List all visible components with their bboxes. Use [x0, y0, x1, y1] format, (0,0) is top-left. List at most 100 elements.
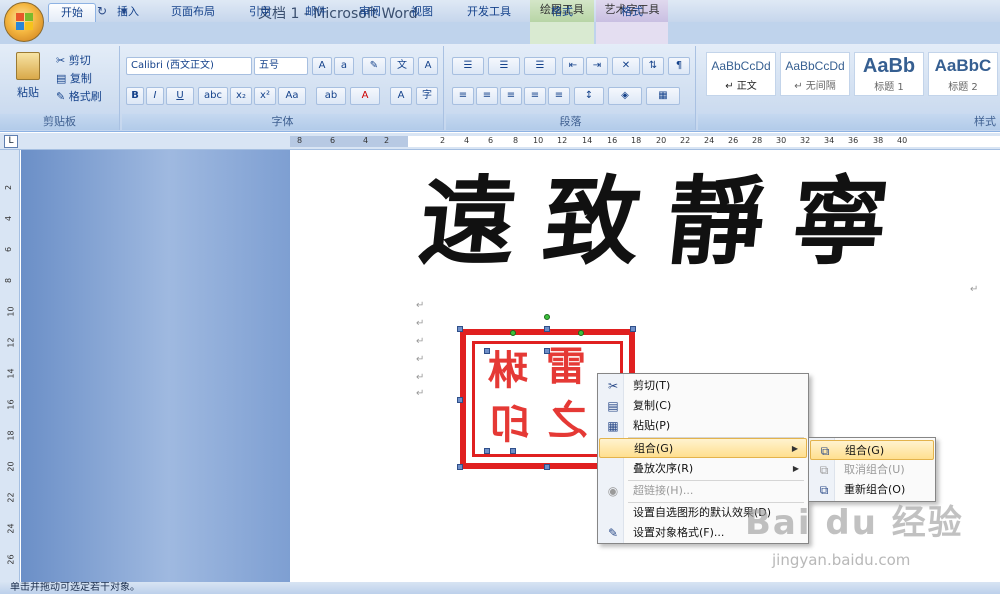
ruler-tick-label: 22 [680, 136, 691, 145]
shrink-font-icon[interactable]: a [334, 57, 354, 75]
superscript-icon[interactable]: x² [254, 87, 276, 105]
menu-item-group[interactable]: 组合(G) ▶ [599, 438, 807, 458]
tab-page-layout[interactable]: 页面布局 [160, 3, 226, 22]
rotate-handle[interactable] [544, 314, 550, 320]
enclose-char-icon[interactable]: 字 [416, 87, 438, 105]
menu-item-label: 复制(C) [633, 399, 672, 412]
font-color-icon[interactable]: A [350, 87, 380, 105]
char-shading-icon[interactable]: A [390, 87, 412, 105]
status-bar: 单击并拖动可选定若干对象。 [0, 582, 1000, 594]
resize-handle[interactable] [457, 326, 463, 332]
ruler-tick-label: 14 [6, 368, 16, 379]
numbering-icon[interactable]: ☰ [488, 57, 520, 75]
tab-review[interactable]: 审阅 [350, 3, 390, 22]
submenu-arrow-icon: ▶ [792, 464, 799, 473]
resize-handle[interactable] [544, 464, 550, 470]
style-heading-2[interactable]: AaBbC 标题 2 [928, 52, 998, 96]
ribbon: 粘贴 ✂ 剪切 ▤ 复制 ✎ 格式刷 剪贴板 Calibri (西文正文) 五号… [0, 44, 1000, 132]
show-marks-icon[interactable]: ¶ [668, 57, 690, 75]
tab-developer[interactable]: 开发工具 [456, 3, 522, 22]
style-no-spacing[interactable]: AaBbCcDd ↵ 无间隔 [780, 52, 850, 96]
ruler-tick-label: 20 [656, 136, 667, 145]
tab-drawing-format[interactable]: 格式 [540, 3, 584, 22]
tab-view[interactable]: 视图 [402, 3, 442, 22]
vertical-ruler[interactable] [0, 150, 20, 582]
change-case-icon[interactable]: Aa [278, 87, 306, 105]
menu-item-order[interactable]: 叠放次序(R) ▶ [599, 459, 807, 479]
align-right-icon[interactable]: ≡ [500, 87, 522, 105]
tab-wordart-format[interactable]: 格式 [610, 3, 654, 22]
resize-handle[interactable] [457, 397, 463, 403]
style-normal[interactable]: AaBbCcDd ↵ 正文 [706, 52, 776, 96]
submenu-item-ungroup[interactable]: ⧉ 取消组合(U) [810, 460, 934, 480]
shading-icon[interactable]: ◈ [608, 87, 642, 105]
bold-icon[interactable]: B [126, 87, 144, 105]
tab-mailings[interactable]: 邮件 [296, 3, 336, 22]
bullets-icon[interactable]: ☰ [452, 57, 484, 75]
align-center-icon[interactable]: ≡ [476, 87, 498, 105]
italic-icon[interactable]: I [146, 87, 164, 105]
tab-home[interactable]: 开始 [48, 3, 96, 22]
paste-button[interactable]: 粘贴 [10, 52, 46, 108]
tab-insert[interactable]: 插入 [108, 3, 148, 22]
borders-icon[interactable]: ▦ [646, 87, 680, 105]
paragraph-mark: ↵ [416, 372, 425, 383]
resize-handle[interactable] [484, 348, 490, 354]
style-sample: AaBbCcDd [711, 59, 771, 73]
resize-handle[interactable] [544, 326, 550, 332]
menu-item-paste[interactable]: ▦ 粘贴(P) [599, 416, 807, 436]
menu-item-copy[interactable]: ▤ 复制(C) [599, 396, 807, 416]
baidu-watermark: Bai du 经验 [745, 503, 964, 543]
underline-icon[interactable]: U [166, 87, 194, 105]
adjust-handle[interactable] [578, 330, 584, 336]
ruler-tick-label: 32 [800, 136, 811, 145]
group-submenu: ⧉ 组合(G) ⧉ 取消组合(U) ⧉ 重新组合(O) [808, 437, 936, 502]
resize-handle[interactable] [484, 448, 490, 454]
menu-item-label: 粘贴(P) [633, 419, 671, 432]
resize-handle[interactable] [544, 348, 550, 354]
font-size-dropdown[interactable]: 五号 [254, 57, 308, 75]
line-spacing-icon[interactable]: ↕ [574, 87, 604, 105]
chinese-layout-icon[interactable]: ✕ [612, 57, 640, 75]
cut-button[interactable]: ✂ 剪切 [56, 52, 91, 68]
distributed-icon[interactable]: ≡ [548, 87, 570, 105]
resize-handle[interactable] [457, 464, 463, 470]
clear-format-icon[interactable]: ✎ [362, 57, 386, 75]
group-clipboard: 粘贴 ✂ 剪切 ▤ 复制 ✎ 格式刷 剪贴板 [0, 46, 120, 130]
style-name: 标题 1 [874, 82, 904, 93]
seal-char: 之 [548, 397, 588, 444]
highlight-icon[interactable]: ab [316, 87, 346, 105]
subscript-icon[interactable]: x₂ [230, 87, 252, 105]
group-label-clipboard: 剪贴板 [0, 114, 119, 130]
sort-icon[interactable]: ⇅ [642, 57, 664, 75]
submenu-item-group[interactable]: ⧉ 组合(G) [810, 440, 934, 460]
scissors-icon: ✂ [56, 54, 69, 67]
calligraphy-image[interactable]: 遠致靜寧 [413, 152, 988, 292]
adjust-handle[interactable] [510, 330, 516, 336]
grow-font-icon[interactable]: A [312, 57, 332, 75]
paragraph-mark: ↵ [416, 388, 425, 399]
resize-handle[interactable] [630, 326, 636, 332]
copy-icon: ▤ [607, 399, 619, 413]
font-name-dropdown[interactable]: Calibri (西文正文) [126, 57, 252, 75]
copy-button[interactable]: ▤ 复制 [56, 70, 92, 86]
format-painter-button[interactable]: ✎ 格式刷 [56, 88, 102, 104]
tab-selector-button[interactable]: L [4, 135, 18, 148]
tab-references[interactable]: 引用 [240, 3, 280, 22]
decrease-indent-icon[interactable]: ⇤ [562, 57, 584, 75]
char-border-icon[interactable]: A [418, 57, 438, 75]
paragraph-mark: ↵ [416, 354, 425, 365]
style-heading-1[interactable]: AaBb 标题 1 [854, 52, 924, 96]
office-button[interactable] [4, 2, 44, 42]
increase-indent-icon[interactable]: ⇥ [586, 57, 608, 75]
menu-item-cut[interactable]: ✂ 剪切(T) [599, 376, 807, 396]
paste-label: 粘贴 [17, 86, 39, 99]
paragraph-mark: ↵ [416, 300, 425, 311]
copy-icon: ▤ [56, 72, 70, 85]
resize-handle[interactable] [510, 448, 516, 454]
align-left-icon[interactable]: ≡ [452, 87, 474, 105]
multilevel-list-icon[interactable]: ☰ [524, 57, 556, 75]
justify-icon[interactable]: ≡ [524, 87, 546, 105]
phonetic-guide-icon[interactable]: 文 [390, 57, 414, 75]
strikethrough-icon[interactable]: abc [198, 87, 228, 105]
